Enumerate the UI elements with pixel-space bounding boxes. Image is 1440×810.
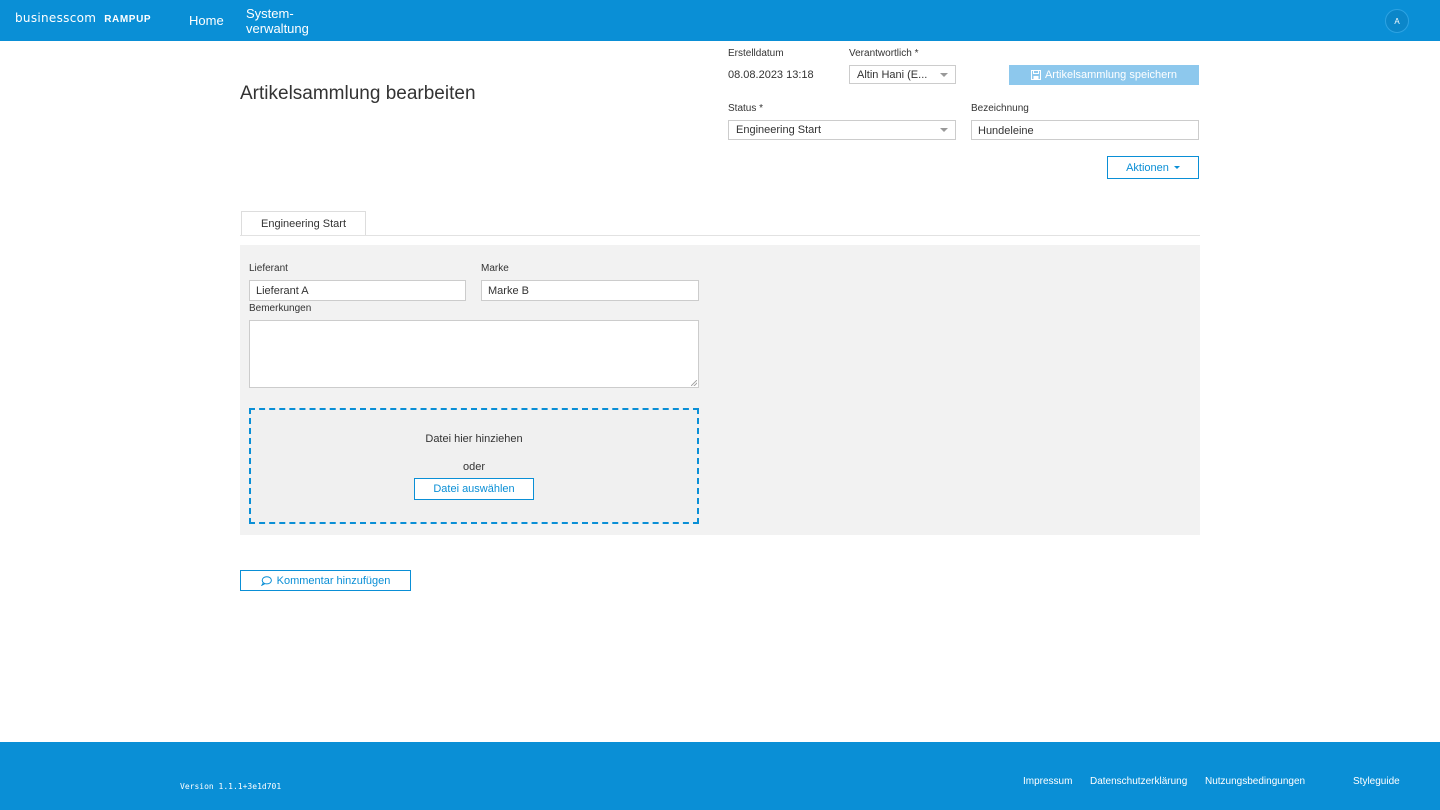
status-label: Status * [728, 103, 764, 114]
save-icon [1030, 70, 1041, 80]
bemerkungen-label: Bemerkungen [249, 303, 312, 314]
bezeichnung-input[interactable]: Hundeleine [971, 120, 1199, 140]
choose-file-button[interactable]: Datei auswählen [414, 478, 534, 500]
verantwortlich-select[interactable]: Altin Hani (E... [849, 65, 956, 84]
chevron-down-icon [940, 128, 948, 132]
version-text: Version 1.1.1+3e1d701 [180, 782, 282, 791]
nav-home-link[interactable]: Home [189, 13, 224, 28]
dropzone-drag-text: Datei hier hinziehen [425, 433, 523, 445]
status-select[interactable]: Engineering Start [728, 120, 956, 140]
verantwortlich-selected-value: Altin Hani (E... [857, 69, 928, 81]
tab-engineering-start[interactable]: Engineering Start [241, 211, 366, 236]
page-title: Artikelsammlung bearbeiten [240, 83, 476, 104]
footer-link-nutzungsbedingungen[interactable]: Nutzungsbedingungen [1205, 776, 1305, 787]
comment-icon [260, 575, 272, 586]
lieferant-label: Lieferant [249, 263, 288, 274]
lieferant-input[interactable]: Lieferant A [249, 280, 466, 301]
dropzone-or-text: oder [462, 461, 486, 473]
nav-systemverwaltung-line2: verwaltung [246, 21, 309, 36]
tab-divider [240, 235, 1200, 236]
marke-label: Marke [481, 263, 509, 274]
verantwortlich-label: Verantwortlich * [849, 48, 919, 59]
app-logo[interactable]: businesscom RAMPUP [15, 11, 151, 25]
actions-dropdown-button[interactable]: Aktionen [1107, 156, 1199, 179]
user-avatar[interactable]: A [1385, 9, 1409, 33]
save-button-label: Artikelsammlung speichern [1044, 69, 1178, 81]
logo-wordmark: businesscom [15, 11, 97, 25]
footer-link-datenschutz[interactable]: Datenschutzerklärung [1090, 776, 1187, 787]
save-collection-button[interactable]: Artikelsammlung speichern [1009, 65, 1199, 85]
bezeichnung-label: Bezeichnung [971, 103, 1029, 114]
page-footer: Version 1.1.1+3e1d701 Impressum Datensch… [0, 742, 1440, 810]
footer-link-impressum[interactable]: Impressum [1023, 776, 1072, 787]
actions-button-label: Aktionen [1126, 161, 1169, 174]
chevron-down-icon [940, 73, 948, 77]
add-comment-button[interactable]: Kommentar hinzufügen [240, 570, 411, 591]
resize-handle-icon[interactable] [691, 380, 697, 386]
add-comment-label: Kommentar hinzufügen [276, 574, 391, 587]
nav-systemverwaltung-line1: System- [246, 6, 294, 21]
file-dropzone[interactable]: Datei hier hinziehen oder Datei auswähle… [249, 408, 699, 524]
erstelldatum-label: Erstelldatum [728, 48, 784, 59]
status-selected-value: Engineering Start [736, 124, 821, 136]
caret-down-icon [1173, 166, 1180, 169]
bemerkungen-textarea[interactable] [249, 320, 699, 388]
choose-file-label: Datei auswählen [433, 483, 515, 495]
logo-product-name: RAMPUP [104, 14, 152, 25]
top-navigation-bar: businesscom RAMPUP Home System- verwaltu… [0, 0, 1440, 41]
marke-input[interactable]: Marke B [481, 280, 699, 301]
footer-link-styleguide[interactable]: Styleguide [1353, 776, 1400, 787]
erstelldatum-value: 08.08.2023 13:18 [728, 69, 814, 81]
nav-systemverwaltung-link[interactable]: System- verwaltung [246, 6, 309, 36]
